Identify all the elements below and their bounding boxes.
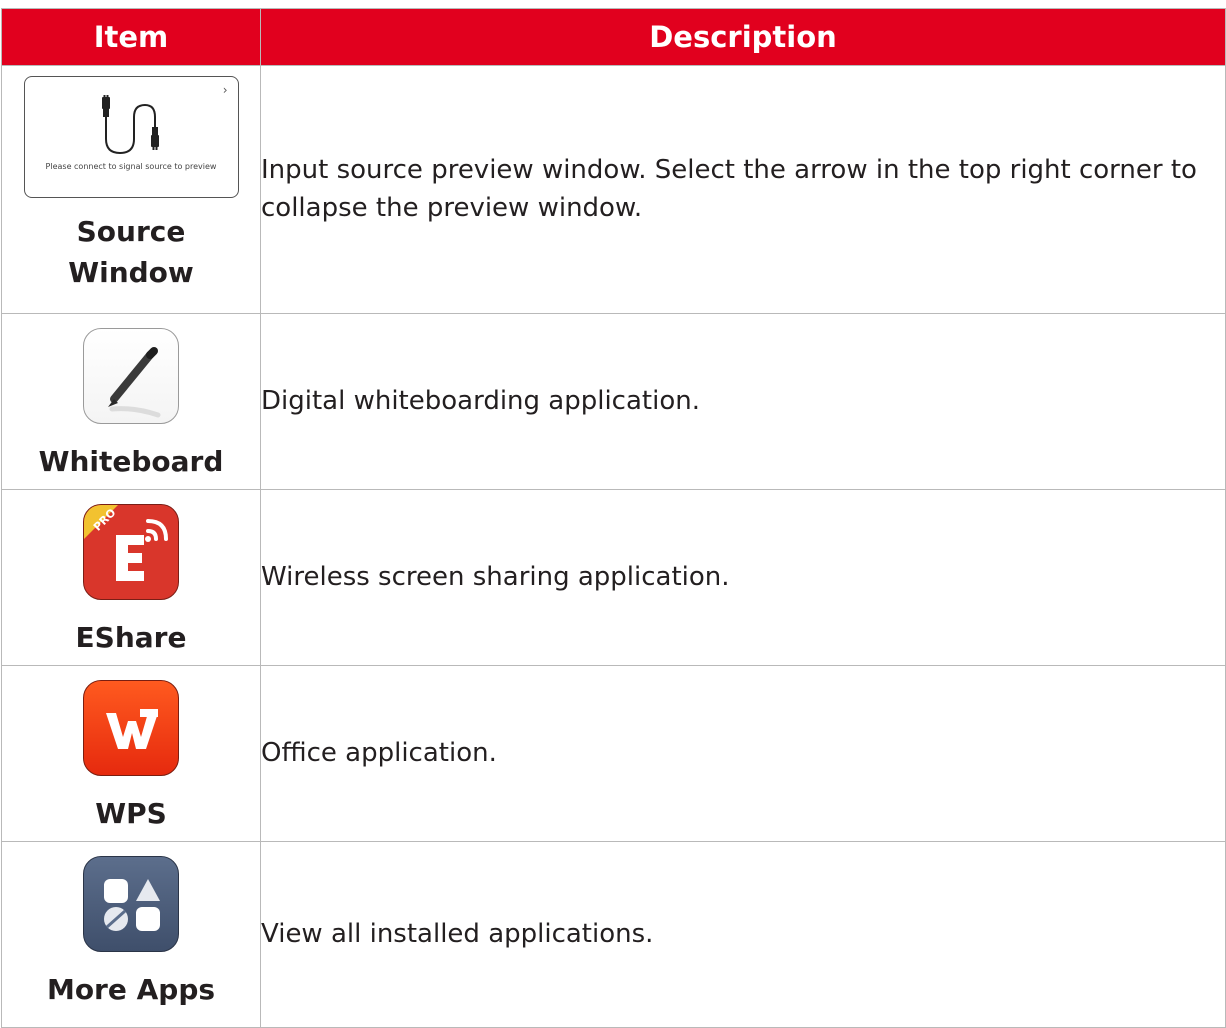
table-row: PRO EShare Wireless screen sharing appli… <box>1 489 1226 666</box>
eshare-icon: PRO <box>83 504 179 600</box>
item-cell: PRO EShare <box>1 489 261 666</box>
item-name: Source Window <box>2 212 260 293</box>
description-cell: View all installed applications. <box>260 841 1226 1028</box>
chevron-right-icon: › <box>222 83 228 97</box>
item-cell: WPS <box>1 665 261 842</box>
source-window-preview: › Please connect to signal source to pre… <box>23 76 239 198</box>
item-name: Whiteboard <box>38 445 224 478</box>
pen-icon <box>83 328 179 424</box>
header-description: Description <box>260 8 1226 66</box>
preview-message: Please connect to signal source to previ… <box>45 162 217 171</box>
description-cell: Wireless screen sharing application. <box>260 489 1226 666</box>
apps-grid-icon <box>83 856 179 952</box>
item-cell: More Apps <box>1 841 261 1028</box>
item-cell: › Please connect to signal source to pre… <box>1 65 261 314</box>
item-name-line2: Window <box>68 255 194 289</box>
item-name: EShare <box>75 621 187 654</box>
cable-icon <box>101 95 159 155</box>
description-cell: Office application. <box>260 665 1226 842</box>
header-item: Item <box>1 8 261 66</box>
table-row: › Please connect to signal source to pre… <box>1 65 1226 314</box>
table-row: Whiteboard Digital whiteboarding applica… <box>1 313 1226 490</box>
table-header-row: Item Description <box>1 8 1226 66</box>
description-cell: Digital whiteboarding application. <box>260 313 1226 490</box>
apps-table: Item Description › Please connect to sig… <box>1 8 1226 1028</box>
item-cell: Whiteboard <box>1 313 261 490</box>
item-name-line1: Source <box>76 215 186 248</box>
table-row: More Apps View all installed application… <box>1 841 1226 1028</box>
wps-icon <box>83 680 179 776</box>
item-name: WPS <box>95 797 167 830</box>
description-cell: Input source preview window. Select the … <box>260 65 1226 314</box>
table-row: WPS Office application. <box>1 665 1226 842</box>
item-name: More Apps <box>46 973 216 1006</box>
